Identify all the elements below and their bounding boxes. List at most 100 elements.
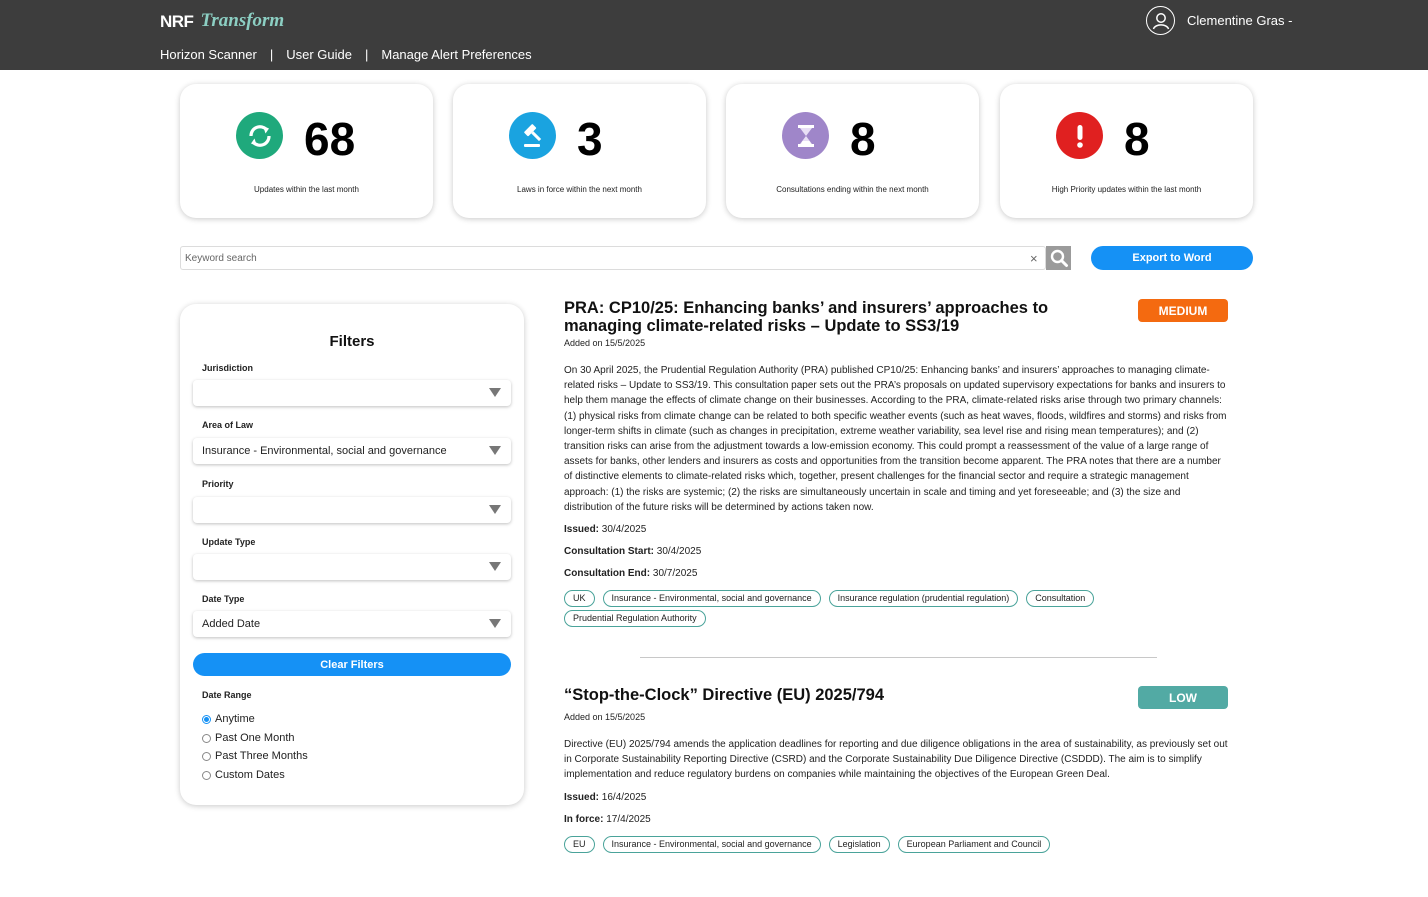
radio-label: Past Three Months [215,750,308,762]
radio-label: Anytime [215,713,255,725]
chevron-down-icon [489,562,501,571]
meta-label: In force: [564,813,604,825]
priority-select[interactable] [193,497,511,523]
meta-label: Consultation End: [564,568,651,580]
tag-update-type[interactable]: Consultation [1026,590,1095,608]
stat-caption: Consultations ending within the next mon… [776,185,929,194]
tag-area-of-law[interactable]: Insurance - Environmental, social and go… [602,835,821,853]
chevron-down-icon [489,505,501,514]
article-title[interactable]: “Stop-the-Clock” Directive (EU) 2025/794 [564,686,1084,704]
user-avatar-icon [1146,6,1175,35]
stat-caption: Laws in force within the next month [517,185,642,194]
stat-card-laws-in-force[interactable]: 3 Laws in force within the next month [453,84,706,218]
logo-nrf-text: NRF [160,12,194,31]
article-meta-consultation-start: Consultation Start: 30/4/2025 [564,545,1230,559]
area-of-law-select[interactable]: Insurance - Environmental, social and go… [193,438,511,464]
stat-card-consultations[interactable]: 8 Consultations ending within the next m… [726,84,979,218]
tag-source[interactable]: Prudential Regulation Authority [564,610,706,628]
filters-panel: Filters Jurisdiction Area of Law Insuran… [180,304,524,805]
tag-jurisdiction[interactable]: EU [564,835,595,853]
priority-label: Priority [202,479,234,489]
stat-card-updates[interactable]: 68 Updates within the last month [180,84,433,218]
article-tags: UK Insurance - Environmental, social and… [564,590,1224,630]
tag-update-type[interactable]: Legislation [828,835,890,853]
update-article: PRA: CP10/25: Enhancing banks’ and insur… [564,299,1230,630]
refresh-icon [236,112,283,159]
tag-area-of-law[interactable]: Insurance regulation (prudential regulat… [828,590,1019,608]
article-meta-consultation-end: Consultation End: 30/7/2025 [564,567,1230,581]
date-range-label: Date Range [202,690,252,700]
article-summary: On 30 April 2025, the Prudential Regulat… [564,365,1227,513]
meta-label: Issued: [564,791,600,803]
user-menu[interactable]: Clementine Gras - [1146,6,1292,35]
nrf-transform-logo[interactable]: NRF Transform [160,6,284,32]
article-summary: Directive (EU) 2025/794 amends the appli… [564,739,1228,781]
area-of-law-value: Insurance - Environmental, social and go… [202,445,447,457]
stat-caption: Updates within the last month [254,185,359,194]
nav-separator: | [269,47,274,62]
chevron-down-icon [489,446,501,455]
jurisdiction-select[interactable] [193,380,511,406]
export-to-word-button[interactable]: Export to Word [1091,246,1253,270]
stat-card-high-priority[interactable]: 8 High Priority updates within the last … [1000,84,1253,218]
filters-title: Filters [329,333,375,350]
meta-value: 30/7/2025 [652,568,698,580]
radio-unselected-icon [202,733,211,743]
nav-horizon-scanner[interactable]: Horizon Scanner [160,47,257,62]
main-nav: Horizon Scanner | User Guide | Manage Al… [160,47,532,62]
clear-filters-button[interactable]: Clear Filters [193,653,511,676]
date-type-label: Date Type [202,594,245,604]
stat-value: 3 [577,113,603,165]
update-type-select[interactable] [193,554,511,580]
radio-unselected-icon [202,770,211,780]
jurisdiction-label: Jurisdiction [202,363,254,373]
chevron-down-icon [489,619,501,628]
logo-transform-text: Transform [200,10,285,31]
nav-manage-alert-preferences[interactable]: Manage Alert Preferences [381,47,531,62]
article-meta-issued: Issued: 16/4/2025 [564,791,1230,805]
nav-separator: | [364,47,369,62]
gavel-icon [509,112,556,159]
article-meta-in-force: In force: 17/4/2025 [564,813,1230,827]
meta-value: 30/4/2025 [601,524,647,536]
meta-value: 16/4/2025 [601,791,647,803]
update-article: “Stop-the-Clock” Directive (EU) 2025/794… [564,686,1230,856]
stat-value: 68 [304,113,356,165]
stat-caption: High Priority updates within the last mo… [1051,185,1202,194]
meta-value: 30/4/2025 [656,546,702,558]
search-button[interactable] [1046,246,1071,270]
top-bar: NRF Transform Horizon Scanner | User Gui… [0,0,1428,70]
article-added-date: Added on 15/5/2025 [564,712,646,722]
radio-unselected-icon [202,751,211,761]
date-type-select[interactable]: Added Date [193,611,511,637]
radio-label: Custom Dates [215,769,285,781]
area-of-law-label: Area of Law [202,420,254,430]
radio-label: Past One Month [215,732,295,744]
tag-jurisdiction[interactable]: UK [564,590,595,608]
keyword-search-box: × [180,246,1046,270]
meta-label: Consultation Start: [564,546,654,558]
radio-past-three-months[interactable]: Past Three Months [202,750,308,762]
stat-value: 8 [1124,113,1150,165]
stat-value: 8 [850,113,876,165]
chevron-down-icon [489,388,501,397]
radio-selected-icon [202,714,211,724]
article-title[interactable]: PRA: CP10/25: Enhancing banks’ and insur… [564,299,1084,335]
nav-user-guide[interactable]: User Guide [286,47,352,62]
radio-custom-dates[interactable]: Custom Dates [202,769,285,781]
radio-anytime[interactable]: Anytime [202,713,255,725]
radio-past-one-month[interactable]: Past One Month [202,732,295,744]
article-added-date: Added on 15/5/2025 [564,338,646,348]
tag-source[interactable]: European Parliament and Council [897,835,1051,853]
date-type-value: Added Date [202,618,261,630]
keyword-search-input[interactable] [181,247,1021,269]
meta-value: 17/4/2025 [606,813,651,825]
article-tags: EU Insurance - Environmental, social and… [564,835,1224,856]
clear-search-icon[interactable]: × [1030,251,1038,266]
tag-area-of-law[interactable]: Insurance - Environmental, social and go… [602,590,821,608]
article-divider [640,657,1157,658]
alert-icon [1056,112,1103,159]
article-meta-issued: Issued: 30/4/2025 [564,523,1230,537]
update-type-label: Update Type [202,537,256,547]
user-name: Clementine Gras - [1187,13,1293,28]
